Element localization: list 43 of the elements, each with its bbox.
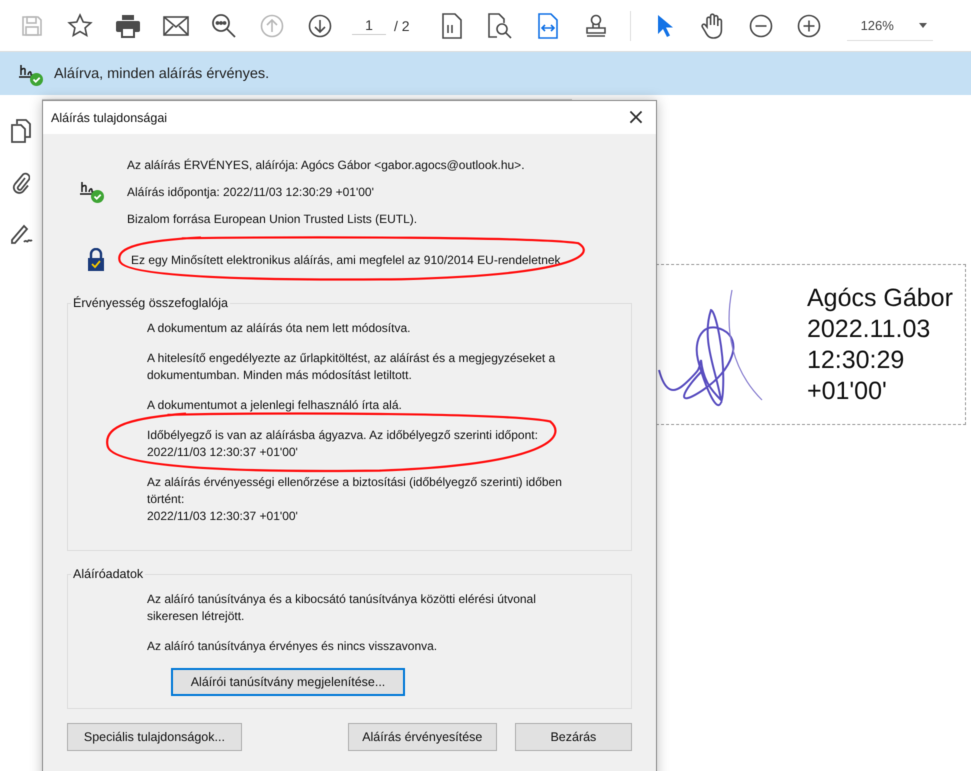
status-text: Az aláírás érvényességi ellenőrzése a biztosítási (időbélyegző szerinti) időben történt: 2022/11/03 12:30:37 +01'00'	[147, 474, 562, 525]
stamp-icon	[584, 14, 608, 38]
magnifier-icon	[211, 12, 237, 38]
arrow-up-circle-icon	[260, 14, 284, 38]
fit-width-icon	[538, 12, 558, 38]
page-number-field[interactable]: 1	[352, 16, 386, 35]
status-text: A dokumentumot a jelenlegi felhasználó írta alá.	[147, 397, 402, 414]
zoom-out-icon	[748, 14, 773, 38]
dialog-title: Aláírás tulajdonságai	[51, 110, 168, 124]
signature-text: Agócs Gábor 2022.11.03 12:30:29 +01'00'	[807, 282, 953, 406]
dialog-button[interactable]: Speciális tulajdonságok...	[67, 723, 242, 751]
group-title: Érvényesség összefoglalója	[72, 296, 229, 310]
hand-icon	[700, 12, 725, 38]
page-count: / 2	[394, 18, 410, 34]
signature-info-text: Bizalom forrása European Union Trusted Lists (EUTL).	[127, 212, 418, 226]
dialog-button[interactable]: Aláírás érvényesítése	[348, 723, 497, 751]
close-button[interactable]: ×	[616, 101, 656, 134]
status-text: Az aláíró tanúsítványa érvényes és nincs visszavonva.	[147, 638, 438, 655]
page-icon	[442, 12, 462, 38]
caret-icon	[918, 22, 927, 28]
paperclip-icon	[12, 171, 30, 195]
page-search-icon	[488, 12, 512, 38]
star-icon	[67, 12, 93, 38]
status-text: Időbélyegző is van az aláírásba ágyazva. Az időbélyegző szerinti időpont: 2022/11/03 12:30:37 +01'00'	[147, 427, 538, 461]
pen-signature-icon	[9, 223, 33, 245]
dialog-button[interactable]: Bezárás	[514, 723, 632, 751]
pages-icon	[11, 119, 31, 143]
status-text: A dokumentum az aláírás óta nem lett módosítva.	[147, 320, 410, 337]
banner-text: Aláírva, minden aláírás érvényes.	[54, 66, 270, 82]
padlock-check-icon	[87, 248, 105, 272]
group-title: Aláíróadatok	[72, 567, 144, 581]
qualified-signature-text: Ez egy Minősített elektronikus aláírás, ami megfelel az 910/2014 EU-rendeletnek	[131, 253, 561, 267]
printer-icon	[115, 14, 141, 38]
zoom-in-icon	[796, 14, 821, 38]
signature-info-text: Az aláírás ÉRVÉNYES, aláírója: Agócs Gábor <gabor.agocs@outlook.hu>.	[127, 158, 525, 172]
status-text: A hitelesítő engedélyezte az űrlapkitöltést, az aláírást és a megjegyzéseket a dokumentumban. Minden más módosítást letiltott.	[147, 350, 556, 384]
zoom-dropdown[interactable]: 126%	[846, 10, 933, 40]
show-certificate-button[interactable]: Aláírói tanúsítvány megjelenítése...	[171, 668, 405, 696]
envelope-icon	[163, 16, 189, 36]
arrow-down-circle-icon	[308, 14, 332, 38]
cursor-arrow-icon	[656, 14, 674, 38]
signature-info-text: Aláírás időpontja: 2022/11/03 12:30:29 +01'00'	[127, 185, 375, 199]
status-text: Az aláíró tanúsítványa és a kibocsátó tanúsítványa közötti elérési útvonal sikeresen létrejött.	[147, 591, 536, 625]
